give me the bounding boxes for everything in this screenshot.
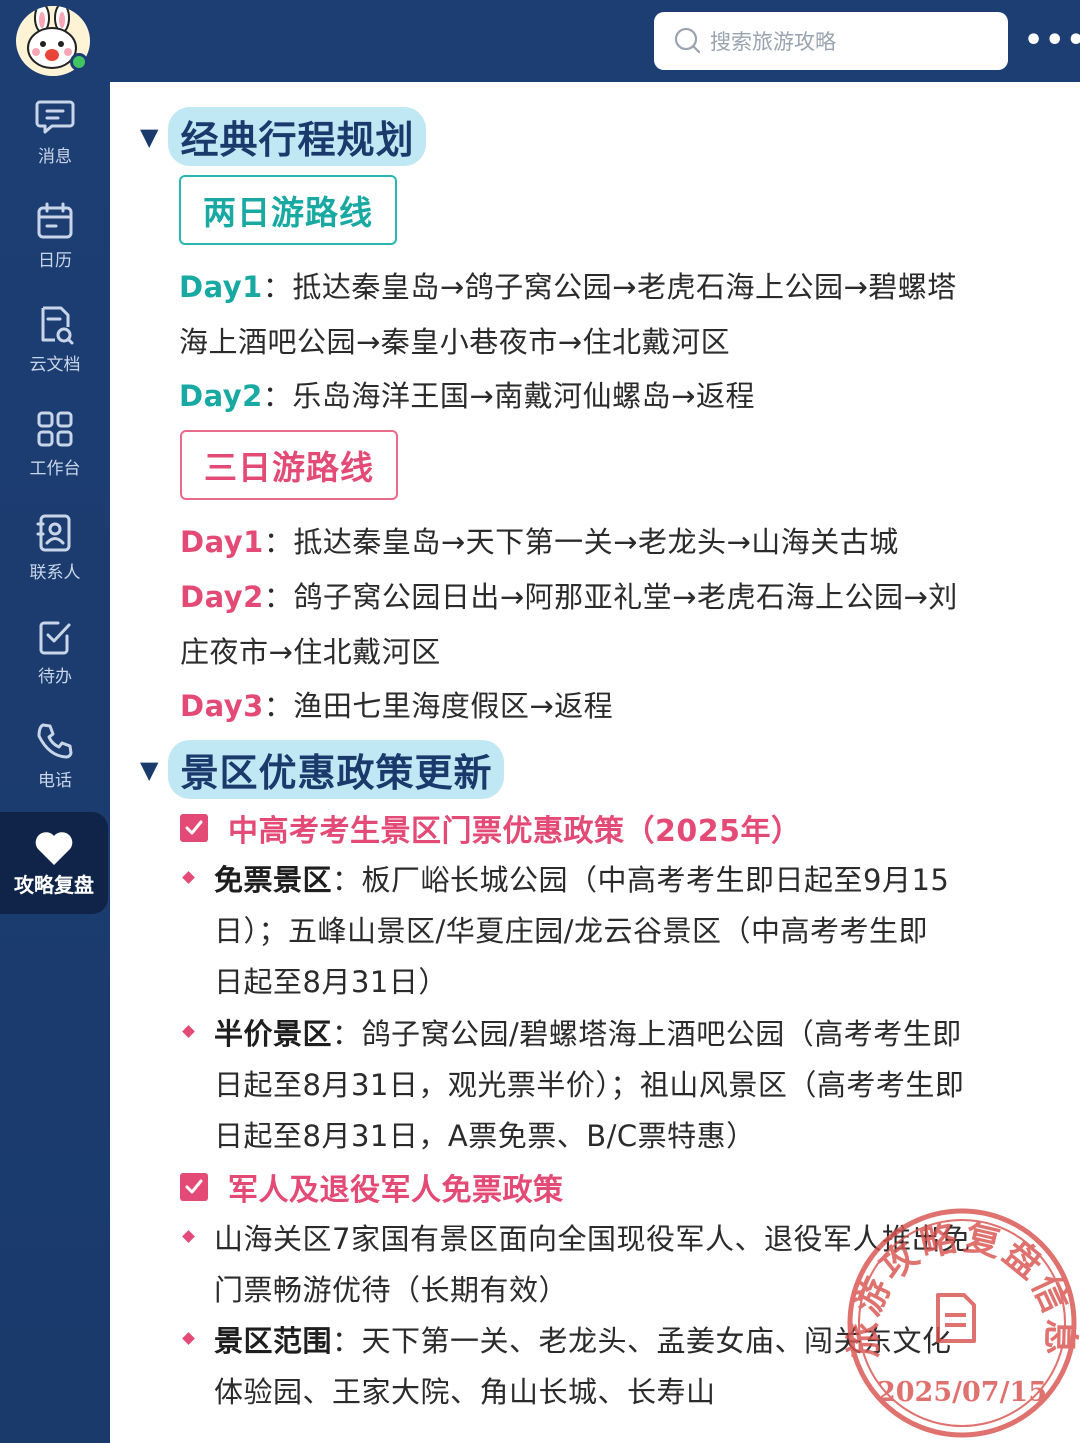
phone-icon: [37, 723, 73, 759]
sidebar-item-contacts[interactable]: 联系人: [0, 512, 110, 612]
sidebar-item-guide-review[interactable]: 攻略复盘: [0, 812, 108, 914]
review-stamp: 旅游攻略复盘信息 2025/07/15: [843, 1208, 1080, 1438]
policy-exam-b2-line3: 日起至8月31日，A票免票、B/C票特惠）: [214, 1119, 756, 1153]
day-tag: Day2: [179, 379, 263, 413]
bullet-diamond-icon: [182, 1230, 195, 1243]
collapse-triangle-icon[interactable]: ▼: [140, 123, 158, 151]
cloud-doc-icon: [41, 306, 74, 345]
day-text: ：乐岛海洋王国→南戴河仙螺岛→返程: [262, 379, 755, 413]
bullet-diamond-icon: [182, 1332, 195, 1345]
day-tag: Day1: [179, 270, 263, 304]
search-icon: [674, 27, 701, 54]
bullet-text: ：鸽子窝公园/碧螺塔海上酒吧公园（高考考生即: [332, 1017, 962, 1051]
contacts-icon: [36, 514, 71, 552]
sidebar: 消息 日历 云文档 工作台 联系人 待办 电话 攻略复盘: [0, 0, 110, 1443]
workbench-icon: [37, 411, 73, 447]
day-text: ：抵达秦皇岛→天下第一关→老龙头→山海关古城: [263, 525, 899, 559]
document-icon: [936, 1293, 976, 1343]
stamp-arc-text: 旅游攻略复盘信息: [843, 1216, 1079, 1358]
sidebar-item-calendar[interactable]: 日历: [0, 200, 110, 300]
sidebar-item-cloud-docs[interactable]: 云文档: [0, 304, 110, 404]
sidebar-item-todo[interactable]: 待办: [0, 616, 110, 716]
bullet-lead: 半价景区: [214, 1017, 333, 1051]
heart-icon: [35, 831, 73, 865]
search-placeholder: 搜索旅游攻略: [710, 30, 836, 54]
collapse-triangle-icon[interactable]: ▼: [140, 756, 158, 784]
sidebar-item-label: 工作台: [29, 459, 81, 479]
policy-military-b1-line2: 门票畅游优待（长期有效）: [214, 1273, 569, 1307]
policy-title: 中高考考生景区门票优惠政策（2025年）: [228, 814, 802, 849]
day-text: ：渔田七里海度假区→返程: [263, 689, 614, 723]
online-status-dot: [70, 53, 88, 71]
policy-exam-b1-line3: 日起至8月31日）: [214, 965, 448, 999]
three-day-route-label: 三日游路线: [180, 430, 398, 500]
bullet-text: ：板厂峪长城公园（中高考考生即日起至9月15: [332, 863, 950, 897]
checkbox-checked-icon[interactable]: [180, 814, 208, 842]
sidebar-item-label: 待办: [38, 667, 72, 687]
section-policy-header[interactable]: ▼ 景区优惠政策更新: [140, 740, 505, 799]
three-day-day3-line1: Day3：渔田七里海度假区→返程: [180, 683, 613, 725]
section-title: 景区优惠政策更新: [168, 740, 505, 799]
bullet-diamond-icon: [182, 871, 195, 884]
three-day-day2-line1: Day2：鸽子窝公园日出→阿那亚礼堂→老虎石海上公园→刘: [180, 574, 958, 616]
three-day-day2-line2: 庄夜市→住北戴河区: [180, 635, 441, 669]
sidebar-item-label: 消息: [38, 147, 72, 167]
day-text: ：鸽子窝公园日出→阿那亚礼堂→老虎石海上公园→刘: [263, 580, 958, 614]
sidebar-item-label: 攻略复盘: [14, 872, 94, 897]
checkbox-checked-icon[interactable]: [180, 1173, 208, 1201]
sidebar-item-label: 电话: [38, 771, 72, 791]
calendar-icon: [37, 202, 73, 239]
policy-exam-header: 中高考考生景区门票优惠政策（2025年）: [180, 806, 802, 850]
bullet-lead: 免票景区: [214, 863, 333, 897]
svg-text:旅游攻略复盘信息: 旅游攻略复盘信息: [843, 1216, 1080, 1358]
sidebar-item-messages[interactable]: 消息: [0, 96, 110, 196]
day-text: ：抵达秦皇岛→鸽子窝公园→老虎石海上公园→碧螺塔: [262, 270, 957, 304]
three-day-day1-line1: Day1：抵达秦皇岛→天下第一关→老龙头→山海关古城: [180, 519, 899, 561]
policy-military-header: 军人及退役军人免票政策: [180, 1165, 564, 1209]
day-tag: Day3: [180, 689, 264, 723]
day-tag: Day2: [180, 580, 264, 614]
sidebar-item-workbench[interactable]: 工作台: [0, 408, 110, 508]
policy-exam-b2-line1: 半价景区：鸽子窝公园/碧螺塔海上酒吧公园（高考考生即: [214, 1011, 962, 1053]
sidebar-item-label: 云文档: [29, 355, 81, 375]
bullet-lead: 景区范围: [214, 1324, 333, 1358]
policy-exam-b2-line2: 日起至8月31日，观光票半价）；祖山风景区（高考考生即: [214, 1068, 965, 1102]
more-options-icon[interactable]: •••: [1024, 26, 1080, 56]
section-title: 经典行程规划: [168, 107, 427, 166]
two-day-route-label: 两日游路线: [179, 175, 397, 245]
todo-icon: [39, 621, 71, 655]
policy-exam-b1-line2: 日）；五峰山景区/华夏庄园/龙云谷景区（中高考考生即: [214, 914, 929, 948]
section-itinerary-header[interactable]: ▼ 经典行程规划: [140, 107, 427, 166]
two-day-day1-line2: 海上酒吧公园→秦皇小巷夜市→住北戴河区: [179, 325, 731, 359]
bullet-diamond-icon: [182, 1025, 195, 1038]
day-tag: Day1: [180, 525, 264, 559]
sidebar-item-label: 日历: [38, 251, 72, 271]
policy-military-b2-line2: 体验园、王家大院、角山长城、长寿山: [214, 1375, 716, 1409]
two-day-day2-line1: Day2：乐岛海洋王国→南戴河仙螺岛→返程: [179, 373, 755, 415]
message-icon: [35, 100, 75, 134]
sidebar-item-phone[interactable]: 电话: [0, 720, 110, 820]
policy-exam-b1-line1: 免票景区：板厂峪长城公园（中高考考生即日起至9月15: [214, 857, 949, 899]
search-input[interactable]: 搜索旅游攻略: [654, 12, 1008, 70]
sidebar-item-label: 联系人: [29, 563, 81, 583]
two-day-day1-line1: Day1：抵达秦皇岛→鸽子窝公园→老虎石海上公园→碧螺塔: [179, 264, 957, 306]
stamp-date: 2025/07/15: [877, 1377, 1047, 1408]
policy-title: 军人及退役军人免票政策: [228, 1173, 564, 1208]
